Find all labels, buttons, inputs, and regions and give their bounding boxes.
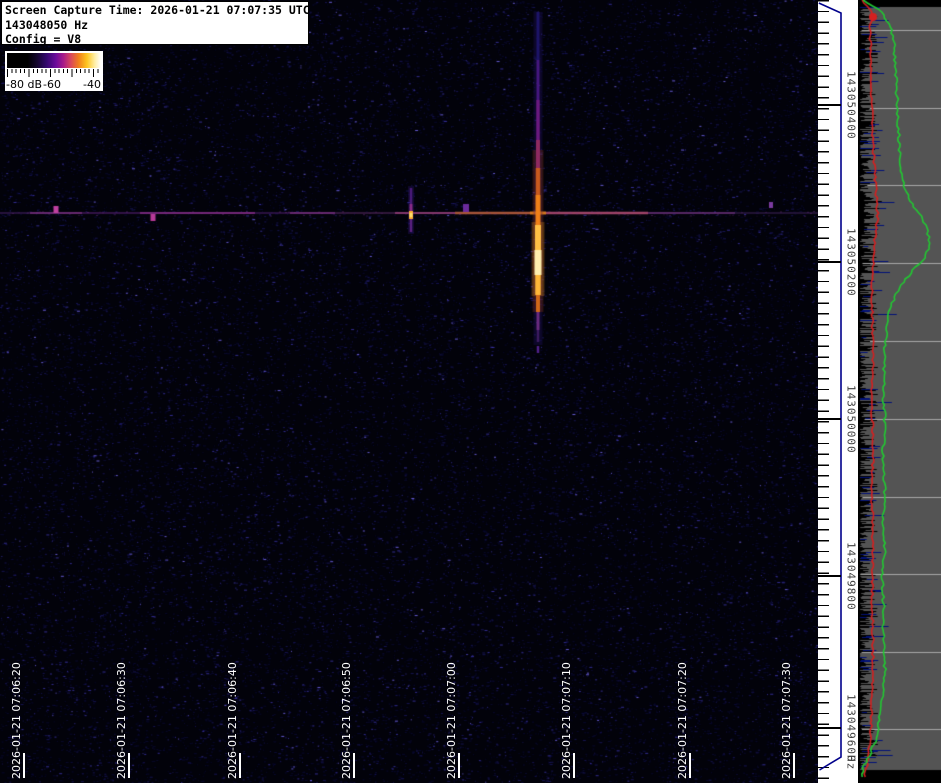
frequency-major-tick xyxy=(818,104,841,107)
time-axis-tick xyxy=(689,753,691,778)
legend-label-mid: -60 xyxy=(43,78,61,91)
frequency-axis-label: 143050000 xyxy=(844,384,858,454)
frequency-axis-label: 143050400 xyxy=(844,70,858,140)
capture-time-text: Screen Capture Time: 2026-01-21 07:07:35… xyxy=(5,3,310,17)
spectrogram-app-window: 2026-01-21 07:06:20 2026-01-21 07:06:30 20… xyxy=(0,0,941,783)
frequency-unit-label: Hz xyxy=(844,755,858,771)
time-axis-tick xyxy=(793,753,795,778)
color-scale-ticks xyxy=(7,69,101,77)
color-scale-gradient xyxy=(7,53,101,68)
frequency-major-tick xyxy=(818,575,841,578)
frequency-ruler: 143050400 143050200 143050000 143049800 1430… xyxy=(818,0,858,783)
time-axis-label: 2026-01-21 07:07:10 xyxy=(560,662,573,779)
frequency-axis-label: 143049800 xyxy=(844,541,858,611)
color-scale-legend: -80 dB -60 -40 xyxy=(5,51,103,91)
time-axis-tick xyxy=(128,753,130,778)
frequency-axis-label: 143050200 xyxy=(844,227,858,297)
time-axis-tick xyxy=(239,753,241,778)
config-text: Config = V8 xyxy=(5,32,82,46)
capture-info-box: Screen Capture Time: 2026-01-21 07:07:35… xyxy=(1,1,310,46)
time-axis-label: 2026-01-21 07:06:50 xyxy=(340,662,353,779)
time-axis-label: 2026-01-21 07:07:00 xyxy=(445,662,458,779)
time-axis-tick xyxy=(353,753,355,778)
time-axis-label: 2026-01-21 07:07:20 xyxy=(676,662,689,779)
live-spectrum-panel-canvas xyxy=(858,0,941,783)
time-axis-label: 2026-01-21 07:07:30 xyxy=(780,662,793,779)
time-axis-label: 2026-01-21 07:06:40 xyxy=(226,662,239,779)
time-axis-tick xyxy=(573,753,575,778)
center-frequency-text: 143048050 Hz xyxy=(5,17,89,32)
frequency-major-tick xyxy=(818,418,841,421)
time-axis-label: 2026-01-21 07:06:30 xyxy=(115,662,128,779)
time-axis-label: 2026-01-21 07:06:20 xyxy=(10,662,23,779)
frequency-major-tick xyxy=(818,727,841,730)
legend-label-min: -80 dB xyxy=(6,78,42,91)
frequency-major-tick xyxy=(818,261,841,264)
time-axis-tick xyxy=(23,753,25,778)
time-axis-tick xyxy=(458,753,460,778)
legend-label-max: -40 xyxy=(83,78,101,91)
